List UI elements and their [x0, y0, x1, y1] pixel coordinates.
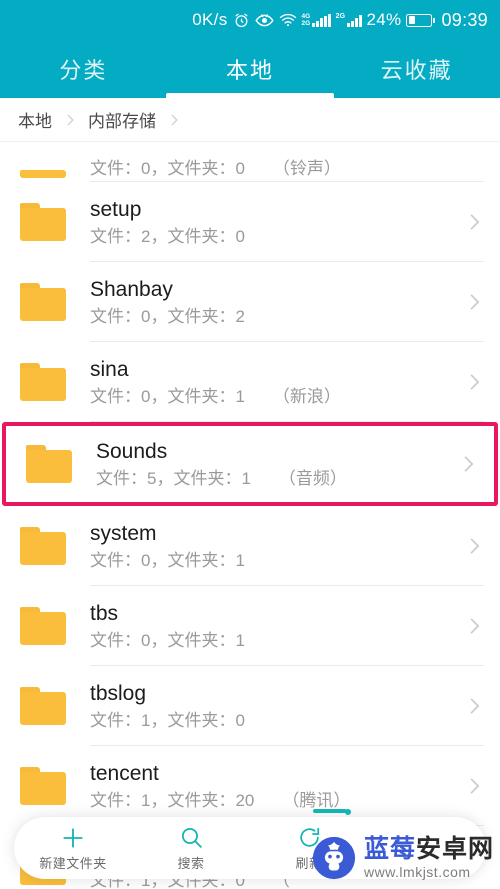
folder-icon	[26, 445, 72, 483]
search-icon	[179, 825, 204, 851]
clock: 09:39	[441, 9, 488, 30]
alarm-icon	[233, 12, 250, 29]
chevron-right-icon	[450, 454, 478, 474]
folder-icon	[20, 363, 66, 401]
list-item[interactable]: Shanbay 文件：0，文件夹：2	[0, 262, 500, 342]
list-item[interactable]: tencent 文件：1，文件夹：20 （腾讯）	[0, 746, 500, 826]
list-item-title: system	[90, 521, 157, 545]
chevron-right-icon	[456, 292, 484, 312]
list-item-subtitle: 文件：0，文件夹：2	[90, 306, 245, 326]
new-folder-button[interactable]: 新建文件夹	[14, 825, 132, 872]
list-item-subtitle: 文件：0，文件夹：0	[90, 159, 245, 178]
folder-list[interactable]: 文件：0，文件夹：0 （铃声） setup 文件：2，文件夹：0 Shanbay…	[0, 142, 500, 889]
chevron-right-icon	[456, 536, 484, 556]
tab-local[interactable]: 本地	[167, 40, 334, 98]
folder-icon	[20, 767, 66, 805]
folder-icon	[20, 283, 66, 321]
list-item[interactable]: sina 文件：0，文件夹：1 （新浪）	[0, 342, 500, 422]
battery-percent: 24%	[366, 10, 402, 29]
eye-icon	[254, 13, 274, 28]
list-item-title: tbslog	[90, 681, 147, 705]
top-tab-bar: 分类 本地 云收藏	[0, 40, 500, 98]
list-item-note: （音频）	[278, 468, 347, 488]
folder-icon	[20, 687, 66, 725]
file-manager-screen: 0K/s 4G 2G 2G 24% 09:39 分类 本地 云收藏 本地 内部存…	[0, 0, 500, 889]
breadcrumb-item-internal-storage[interactable]: 内部存储	[88, 107, 156, 132]
chevron-right-icon	[456, 776, 484, 796]
list-item-title: Sounds	[96, 439, 168, 463]
list-item[interactable]: tbs 文件：0，文件夹：1	[0, 586, 500, 666]
chevron-right-icon	[456, 372, 484, 392]
list-item-title: setup	[90, 197, 142, 221]
list-item[interactable]: system 文件：0，文件夹：1	[0, 506, 500, 586]
tab-categories[interactable]: 分类	[0, 40, 167, 98]
list-item-title: Shanbay	[90, 277, 173, 301]
sim1-signal-icon: 4G 2G	[302, 13, 331, 27]
folder-icon	[20, 607, 66, 645]
network-speed: 0K/s	[192, 10, 228, 29]
chevron-right-icon	[456, 696, 484, 716]
chevron-right-icon	[456, 212, 484, 232]
list-item-subtitle: 文件：0，文件夹：1	[90, 550, 245, 570]
folder-icon	[20, 203, 66, 241]
list-item-subtitle: 文件：1，文件夹：20	[90, 790, 255, 810]
watermark-url: www.lmkjst.com	[363, 864, 471, 880]
list-item-note: （新浪）	[272, 386, 341, 406]
list-item[interactable]: setup 文件：2，文件夹：0	[0, 182, 500, 262]
watermark: 蓝莓安卓网 www.lmkjst.com	[301, 809, 500, 887]
tab-cloud-favorites[interactable]: 云收藏	[333, 40, 500, 98]
list-item[interactable]: tbslog 文件：1，文件夹：0	[0, 666, 500, 746]
chevron-right-icon-2	[162, 113, 186, 127]
list-item-sounds[interactable]: Sounds 文件：5，文件夹：1 （音频）	[2, 422, 498, 506]
list-item[interactable]: 文件：0，文件夹：0 （铃声）	[0, 142, 500, 182]
search-label: 搜索	[177, 855, 205, 871]
plus-icon	[60, 825, 86, 851]
new-folder-label: 新建文件夹	[39, 855, 107, 871]
watermark-brand-dark: 安卓网	[415, 835, 494, 863]
breadcrumb: 本地 内部存储	[0, 98, 500, 142]
breadcrumb-item-local[interactable]: 本地	[18, 107, 52, 132]
status-bar: 0K/s 4G 2G 2G 24% 09:39	[0, 0, 500, 40]
folder-icon	[20, 527, 66, 565]
list-item-subtitle: 文件：1，文件夹：0	[90, 710, 245, 730]
blueberry-android-logo-icon	[311, 809, 357, 881]
list-item-subtitle: 文件：0，文件夹：1	[90, 386, 245, 406]
watermark-brand-blue: 蓝莓	[363, 835, 416, 863]
list-item-subtitle: 文件：0，文件夹：1	[90, 630, 245, 650]
sim1-net-label-2g: 2G	[301, 20, 311, 27]
list-item-title: tbs	[90, 601, 119, 625]
wifi-icon	[279, 13, 297, 27]
sim2-net-label: 2G	[335, 13, 346, 20]
chevron-right-icon	[58, 113, 82, 127]
list-item-title: sina	[90, 357, 129, 381]
list-item-subtitle: 文件：5，文件夹：1	[96, 468, 251, 488]
sim2-signal-icon: 2G	[336, 13, 362, 27]
active-tab-indicator	[166, 93, 334, 98]
search-button[interactable]: 搜索	[132, 825, 250, 872]
chevron-right-icon	[456, 616, 484, 636]
battery-icon	[406, 13, 436, 27]
list-item-subtitle: 文件：2，文件夹：0	[90, 226, 245, 246]
folder-icon	[20, 170, 66, 180]
sim1-net-label-4g: 4G	[301, 13, 311, 20]
list-item-title: tencent	[90, 761, 159, 785]
list-item-note: （铃声）	[272, 159, 341, 178]
